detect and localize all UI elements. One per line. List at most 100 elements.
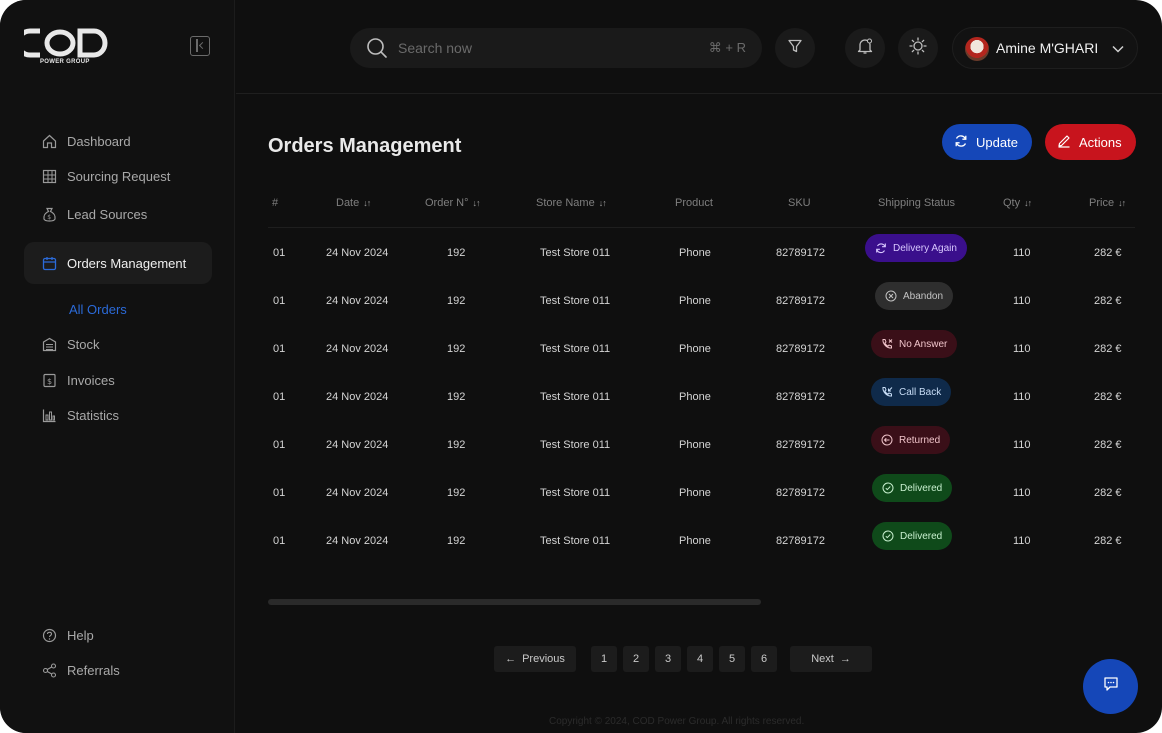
money-bag-icon: $ <box>42 207 57 222</box>
footer-copyright: Copyright © 2024, COD Power Group. All r… <box>549 716 805 727</box>
cell-date: 24 Nov 2024 <box>326 295 389 307</box>
cell-product: Phone <box>679 487 711 499</box>
cell-store-name: Test Store 011 <box>540 391 611 403</box>
cell-product: Phone <box>679 343 711 355</box>
cell-sku: 82789172 <box>776 535 825 547</box>
chevron-down-icon <box>1111 42 1125 61</box>
previous-page-button[interactable]: ← Previous <box>494 646 576 672</box>
shipping-status-badge: Delivered <box>872 474 953 502</box>
sidebar-item-lead-sources[interactable]: $ Lead Sources <box>24 196 212 232</box>
sidebar-item-statistics[interactable]: Statistics <box>24 397 212 433</box>
sidebar: POWER GROUP Dashboard Sourcing Request $… <box>0 0 235 733</box>
home-icon <box>42 134 57 149</box>
cell-sku: 82789172 <box>776 439 825 451</box>
column-header-order-number[interactable]: Order N° ↓↑ <box>425 197 481 209</box>
sort-icon[interactable]: ↓↑ <box>363 198 371 208</box>
status-label: Delivered <box>900 530 943 542</box>
sidebar-item-orders-management[interactable]: Orders Management <box>24 242 212 284</box>
page-button-2[interactable]: 2 <box>623 646 649 672</box>
check-circle-icon <box>882 530 894 542</box>
cell-product: Phone <box>679 247 711 259</box>
cell-number: 01 <box>273 391 286 403</box>
sort-icon[interactable]: ↓↑ <box>1118 198 1126 208</box>
page-button-4[interactable]: 4 <box>687 646 713 672</box>
page-button-6[interactable]: 6 <box>751 646 777 672</box>
cell-price: 282 € <box>1094 247 1122 259</box>
update-button[interactable]: Update <box>942 124 1032 160</box>
sidebar-item-label: Orders Management <box>67 255 187 271</box>
warehouse-icon <box>42 337 57 352</box>
invoice-icon: $ <box>42 373 57 388</box>
user-menu[interactable]: Amine M'GHARI <box>952 27 1138 69</box>
sidebar-item-help[interactable]: Help <box>24 617 212 653</box>
grid-icon <box>42 169 57 184</box>
refresh-icon <box>875 242 887 254</box>
cell-order-number: 192 <box>447 487 466 499</box>
page-button-3[interactable]: 3 <box>655 646 681 672</box>
sidebar-item-stock[interactable]: Stock <box>24 326 212 362</box>
sidebar-item-label: Statistics <box>67 407 120 423</box>
shipping-status-badge: Returned <box>871 426 951 454</box>
cell-number: 01 <box>273 295 286 307</box>
search-icon <box>366 37 388 64</box>
notifications-button[interactable] <box>845 28 885 68</box>
sidebar-item-label: Dashboard <box>67 133 131 149</box>
cell-price: 282 € <box>1094 487 1122 499</box>
search-bar[interactable]: ⌘ + R <box>350 28 762 68</box>
page-button-5[interactable]: 5 <box>719 646 745 672</box>
cell-product: Phone <box>679 391 711 403</box>
sidebar-item-label: Invoices <box>67 372 115 388</box>
svg-text:$: $ <box>47 214 51 221</box>
status-label: No Answer <box>899 338 948 350</box>
actions-button[interactable]: Actions <box>1045 124 1136 160</box>
filter-icon <box>787 38 803 59</box>
search-shortcut-hint: ⌘ + R <box>708 40 746 55</box>
table-row[interactable]: 01 24 Nov 2024 192 Test Store 011 Phone 82789… <box>268 375 1135 423</box>
cell-qty: 110 <box>1013 247 1031 259</box>
search-input[interactable] <box>398 36 688 60</box>
table-row[interactable]: 01 24 Nov 2024 192 Test Store 011 Phone 82789… <box>268 519 1135 567</box>
sidebar-collapse-icon[interactable] <box>190 36 210 56</box>
horizontal-scrollbar[interactable] <box>268 599 761 605</box>
brand-logo[interactable]: POWER GROUP <box>24 28 110 68</box>
sort-icon[interactable]: ↓↑ <box>473 198 481 208</box>
cell-number: 01 <box>273 439 286 451</box>
filter-button[interactable] <box>775 28 815 68</box>
return-icon <box>881 434 893 446</box>
sort-icon[interactable]: ↓↑ <box>1024 198 1032 208</box>
cell-number: 01 <box>273 343 286 355</box>
column-header-price[interactable]: Price ↓↑ <box>1089 197 1126 209</box>
cell-date: 24 Nov 2024 <box>326 247 389 259</box>
cell-order-number: 192 <box>447 247 466 259</box>
sun-icon <box>909 36 927 60</box>
sidebar-item-invoices[interactable]: $ Invoices <box>24 362 212 398</box>
cell-number: 01 <box>273 487 286 499</box>
cell-order-number: 192 <box>447 295 466 307</box>
cell-price: 282 € <box>1094 391 1122 403</box>
sidebar-item-referrals[interactable]: Referrals <box>24 652 212 688</box>
theme-toggle-button[interactable] <box>898 28 938 68</box>
bar-chart-icon <box>42 408 57 423</box>
table-row[interactable]: 01 24 Nov 2024 192 Test Store 011 Phone 82789… <box>268 279 1135 327</box>
table-row[interactable]: 01 24 Nov 2024 192 Test Store 011 Phone 82789… <box>268 327 1135 375</box>
chat-support-button[interactable] <box>1083 659 1138 714</box>
sidebar-item-label: Lead Sources <box>67 206 148 222</box>
cell-order-number: 192 <box>447 439 466 451</box>
table-row[interactable]: 01 24 Nov 2024 192 Test Store 011 Phone 82789… <box>268 471 1135 519</box>
column-header-store-name[interactable]: Store Name ↓↑ <box>536 197 607 209</box>
table-row[interactable]: 01 24 Nov 2024 192 Test Store 011 Phone 82789… <box>268 231 1135 279</box>
page-button-1[interactable]: 1 <box>591 646 617 672</box>
sidebar-item-sourcing-request[interactable]: Sourcing Request <box>24 158 212 194</box>
cell-product: Phone <box>679 535 711 547</box>
table-row[interactable]: 01 24 Nov 2024 192 Test Store 011 Phone 82789… <box>268 423 1135 471</box>
refresh-icon <box>954 134 968 151</box>
column-header-date[interactable]: Date ↓↑ <box>336 197 371 209</box>
sidebar-subitem-all-orders[interactable]: All Orders <box>69 302 127 317</box>
sidebar-item-dashboard[interactable]: Dashboard <box>24 123 212 159</box>
sort-icon[interactable]: ↓↑ <box>599 198 607 208</box>
column-header-qty[interactable]: Qty ↓↑ <box>1003 197 1032 209</box>
cell-product: Phone <box>679 295 711 307</box>
cell-date: 24 Nov 2024 <box>326 439 389 451</box>
next-page-button[interactable]: Next → <box>790 646 872 672</box>
status-label: Delivered <box>900 482 943 494</box>
